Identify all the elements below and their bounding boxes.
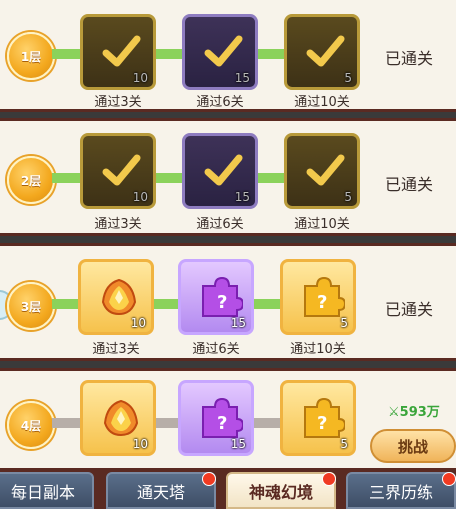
progress-track — [156, 49, 184, 59]
reward-label: 通过3关 — [92, 342, 140, 357]
floor-badge: 1层 — [7, 32, 55, 80]
svg-text:?: ? — [217, 292, 227, 313]
reward-count: 5 — [340, 437, 348, 451]
progress-track — [254, 418, 282, 428]
tab-soul-realm[interactable]: 神魂幻境 — [226, 472, 336, 509]
notification-dot — [442, 472, 456, 486]
checkmark-icon — [204, 154, 243, 186]
notification-dot — [202, 472, 216, 486]
reward-count: 10 — [132, 71, 148, 85]
reward-label: 通过10关 — [290, 342, 346, 357]
floor-status: 已通关 — [385, 49, 434, 68]
svg-text:?: ? — [317, 413, 327, 434]
progress-track — [52, 49, 82, 59]
reward-tile-flame-crystal[interactable]: 10 — [80, 133, 156, 209]
reward-tile-gold-puzzle[interactable]: 5 — [284, 14, 360, 90]
tab-label: 神魂幻境 — [248, 482, 313, 502]
reward-label: 通过3关 — [94, 217, 142, 232]
reward-label: 通过3关 — [94, 95, 142, 110]
power-requirement: ⚔593万 — [388, 401, 440, 420]
purple-puzzle-icon: ? — [202, 276, 243, 317]
tab-three-realms[interactable]: 三界历练 — [346, 472, 456, 509]
progress-track — [252, 299, 282, 309]
floor-row-4: 4层 10 ? 15 ? 5 ⚔593万 挑战 — [0, 368, 456, 478]
notification-dot — [322, 472, 336, 486]
reward-count: 10 — [132, 190, 148, 204]
flame-crystal-icon — [103, 399, 139, 437]
crossed-swords-icon: ⚔ — [388, 405, 400, 420]
checkmark-icon — [102, 35, 141, 67]
floor-row-2: 2层 10 15 5 通过3关 通过6关 通过10关 已通关 — [0, 118, 456, 236]
reward-count: 10 — [132, 437, 148, 451]
tab-label: 每日副本 — [10, 482, 75, 502]
reward-tile-purple-puzzle[interactable]: ? 15 — [178, 380, 254, 456]
gold-puzzle-icon: ? — [304, 397, 345, 438]
reward-count: 15 — [234, 190, 250, 204]
floor-badge: 3层 — [7, 282, 55, 330]
reward-count: 15 — [230, 437, 246, 451]
reward-count: 5 — [340, 316, 348, 330]
reward-tile-flame-crystal[interactable]: 10 — [80, 14, 156, 90]
progress-track — [258, 173, 286, 183]
tab-label: 通天塔 — [136, 482, 185, 502]
progress-track — [258, 49, 286, 59]
floor-row-1: 1层 10 15 5 通过3关 通过6关 通过10关 已通关 — [0, 0, 456, 112]
checkmark-icon — [102, 154, 141, 186]
tab-daily-dungeon[interactable]: 每日副本 — [0, 472, 94, 509]
reward-label: 通过6关 — [196, 217, 244, 232]
progress-track — [52, 418, 82, 428]
reward-label: 通过10关 — [294, 217, 350, 232]
reward-tile-purple-puzzle[interactable]: ? 15 — [178, 259, 254, 335]
reward-tile-gold-puzzle[interactable]: ? 5 — [280, 259, 356, 335]
floor-row-3: 3层 10 ? 15 ? 5 通过3关 通过6关 通过10关 已通关 — [0, 243, 456, 361]
progress-track — [156, 173, 184, 183]
reward-count: 15 — [234, 71, 250, 85]
floor-badge: 2层 — [7, 156, 55, 204]
progress-track — [52, 173, 82, 183]
purple-puzzle-icon: ? — [202, 397, 243, 438]
svg-text:?: ? — [317, 292, 327, 313]
bottom-tab-bar: 每日副本 通天塔 神魂幻境 三界历练 — [0, 468, 456, 509]
reward-tile-flame-crystal[interactable]: 10 — [78, 259, 154, 335]
reward-tile-gold-puzzle[interactable]: ? 5 — [280, 380, 356, 456]
reward-label: 通过10关 — [294, 95, 350, 110]
progress-track — [52, 299, 80, 309]
reward-count: 5 — [344, 190, 352, 204]
reward-label: 通过6关 — [192, 342, 240, 357]
challenge-button[interactable]: 挑战 — [370, 429, 456, 463]
power-value: 593万 — [399, 405, 440, 420]
checkmark-icon — [306, 35, 345, 67]
floor-status: 已通关 — [385, 300, 434, 319]
reward-tile-purple-puzzle[interactable]: 15 — [182, 14, 258, 90]
checkmark-icon — [204, 35, 243, 67]
tab-label: 三界历练 — [368, 482, 433, 502]
checkmark-icon — [306, 154, 345, 186]
floor-badge: 4层 — [7, 401, 55, 449]
reward-tile-flame-crystal[interactable]: 10 — [80, 380, 156, 456]
tab-tower[interactable]: 通天塔 — [106, 472, 216, 509]
reward-count: 10 — [130, 316, 146, 330]
reward-tile-gold-puzzle[interactable]: 5 — [284, 133, 360, 209]
gold-puzzle-icon: ? — [304, 276, 345, 317]
floor-status: 已通关 — [385, 175, 434, 194]
flame-crystal-icon — [101, 278, 137, 316]
svg-text:?: ? — [217, 413, 227, 434]
reward-label: 通过6关 — [196, 95, 244, 110]
reward-count: 5 — [344, 71, 352, 85]
reward-count: 15 — [230, 316, 246, 330]
reward-tile-purple-puzzle[interactable]: 15 — [182, 133, 258, 209]
